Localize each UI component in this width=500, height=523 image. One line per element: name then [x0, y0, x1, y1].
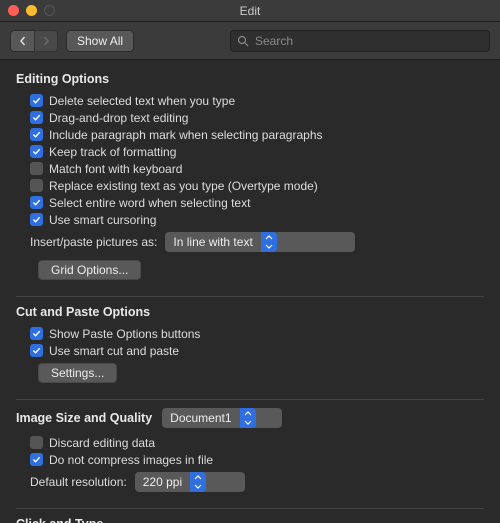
image-document-value: Document1 — [170, 411, 231, 425]
search-field[interactable] — [230, 30, 490, 52]
section-title-editing: Editing Options — [16, 72, 484, 86]
checkbox-label: Use smart cursoring — [49, 213, 156, 227]
checkbox[interactable] — [30, 196, 43, 209]
resolution-value: 220 ppi — [143, 475, 182, 489]
divider — [16, 399, 484, 400]
section-cutpaste: Cut and Paste Options Show Paste Options… — [16, 305, 484, 387]
checkbox-row: Discard editing data — [16, 434, 484, 451]
checkbox[interactable] — [30, 344, 43, 357]
updown-icon — [240, 408, 256, 428]
checkbox-row: Do not compress images in file — [16, 451, 484, 468]
section-title-cutpaste: Cut and Paste Options — [16, 305, 484, 319]
window-controls — [8, 5, 55, 16]
checkbox[interactable] — [30, 162, 43, 175]
checkbox-label: Do not compress images in file — [49, 453, 213, 467]
checkbox-label: Match font with keyboard — [49, 162, 182, 176]
resolution-label: Default resolution: — [30, 475, 127, 489]
checkbox-label: Select entire word when selecting text — [49, 196, 250, 210]
checkbox-label: Drag-and-drop text editing — [49, 111, 188, 125]
minimize-icon[interactable] — [26, 5, 37, 16]
toolbar: Show All — [0, 22, 500, 60]
nav-segment — [10, 30, 58, 52]
section-click: Click and Type Enable click and type Def… — [16, 517, 484, 523]
checkbox[interactable] — [30, 128, 43, 141]
checkbox-row: Drag-and-drop text editing — [16, 109, 484, 126]
chevron-right-icon — [41, 36, 51, 46]
checkbox-row: Delete selected text when you type — [16, 92, 484, 109]
resolution-select[interactable]: 220 ppi — [135, 472, 245, 492]
checkbox[interactable] — [30, 94, 43, 107]
divider — [16, 508, 484, 509]
section-image: Image Size and Quality Document1 Discard… — [16, 408, 484, 496]
checkbox-label: Delete selected text when you type — [49, 94, 235, 108]
divider — [16, 296, 484, 297]
checkbox-label: Replace existing text as you type (Overt… — [49, 179, 318, 193]
checkbox-label: Discard editing data — [49, 436, 155, 450]
checkbox-label: Keep track of formatting — [49, 145, 176, 159]
checkbox[interactable] — [30, 111, 43, 124]
checkbox[interactable] — [30, 179, 43, 192]
section-title-image: Image Size and Quality — [16, 411, 152, 425]
checkbox-row: Use smart cursoring — [16, 211, 484, 228]
checkbox[interactable] — [30, 436, 43, 449]
checkbox-row: Replace existing text as you type (Overt… — [16, 177, 484, 194]
checkbox-row: Keep track of formatting — [16, 143, 484, 160]
checkbox-row: Include paragraph mark when selecting pa… — [16, 126, 484, 143]
image-document-select[interactable]: Document1 — [162, 408, 282, 428]
checkbox-row: Show Paste Options buttons — [16, 325, 484, 342]
forward-button[interactable] — [34, 30, 58, 52]
window-title: Edit — [0, 4, 500, 18]
chevron-left-icon — [18, 36, 28, 46]
close-icon[interactable] — [8, 5, 19, 16]
search-icon — [237, 35, 249, 47]
titlebar: Edit — [0, 0, 500, 22]
show-all-button[interactable]: Show All — [66, 30, 134, 52]
checkbox-label: Show Paste Options buttons — [49, 327, 200, 341]
checkbox[interactable] — [30, 145, 43, 158]
section-editing: Editing Options Delete selected text whe… — [16, 72, 484, 284]
checkbox-label: Use smart cut and paste — [49, 344, 179, 358]
insert-pictures-select[interactable]: In line with text — [165, 232, 355, 252]
checkbox[interactable] — [30, 327, 43, 340]
checkbox[interactable] — [30, 453, 43, 466]
updown-icon — [261, 232, 277, 252]
updown-icon — [190, 472, 206, 492]
settings-button[interactable]: Settings... — [38, 363, 117, 383]
resolution-row: Default resolution: 220 ppi — [16, 468, 484, 496]
checkbox-row: Select entire word when selecting text — [16, 194, 484, 211]
checkbox-row: Use smart cut and paste — [16, 342, 484, 359]
checkbox-row: Match font with keyboard — [16, 160, 484, 177]
insert-pictures-label: Insert/paste pictures as: — [30, 235, 157, 249]
checkbox[interactable] — [30, 213, 43, 226]
insert-pictures-value: In line with text — [173, 235, 252, 249]
section-title-click: Click and Type — [16, 517, 484, 523]
content: Editing Options Delete selected text whe… — [0, 60, 500, 523]
insert-pictures-row: Insert/paste pictures as: In line with t… — [16, 228, 484, 256]
checkbox-label: Include paragraph mark when selecting pa… — [49, 128, 323, 142]
back-button[interactable] — [10, 30, 34, 52]
search-input[interactable] — [255, 34, 483, 48]
zoom-icon — [44, 5, 55, 16]
grid-options-button[interactable]: Grid Options... — [38, 260, 141, 280]
